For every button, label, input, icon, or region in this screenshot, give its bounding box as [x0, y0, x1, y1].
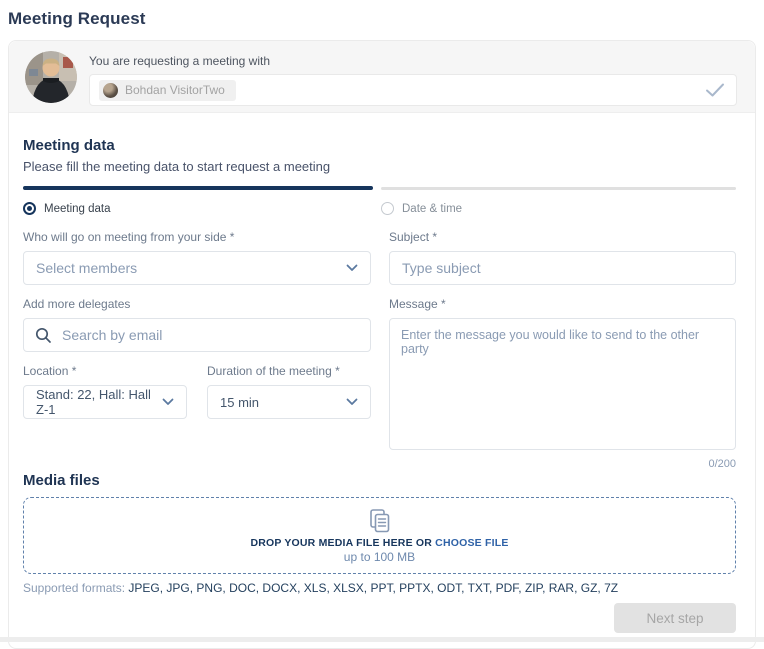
bottom-divider	[0, 637, 764, 642]
meeting-form: Who will go on meeting from your side * …	[23, 230, 736, 470]
char-counter: 0/200	[389, 458, 736, 470]
search-icon	[35, 327, 52, 344]
delegates-search-input[interactable]	[24, 319, 370, 351]
supported-formats: Supported formats: JPEG, JPG, PNG, DOC, …	[23, 581, 736, 595]
size-limit-text: up to 100 MB	[344, 550, 415, 564]
media-files-title: Media files	[23, 472, 736, 489]
recipient-avatar	[25, 51, 77, 103]
meeting-request-card: You are requesting a meeting with Bohdan…	[8, 40, 756, 649]
members-label: Who will go on meeting from your side *	[23, 230, 371, 244]
choose-file-link[interactable]: CHOOSE FILE	[435, 537, 508, 549]
duration-select[interactable]: 15 min	[207, 385, 371, 419]
subject-input[interactable]	[389, 251, 736, 285]
tab-date-time[interactable]: Date & time	[381, 202, 462, 215]
recipient-field: Bohdan VisitorTwo	[89, 74, 737, 106]
step-tabs: Meeting data Date & time	[23, 202, 736, 215]
formats-label: Supported formats:	[23, 581, 125, 595]
chip-avatar	[103, 83, 118, 98]
message-label: Message *	[389, 297, 736, 311]
step-progress-bar	[23, 186, 736, 190]
message-textarea[interactable]	[389, 318, 736, 450]
location-label: Location *	[23, 364, 187, 378]
delegates-label: Add more delegates	[23, 297, 371, 311]
members-placeholder: Select members	[36, 260, 137, 276]
tab-meeting-data[interactable]: Meeting data	[23, 202, 381, 215]
section-title: Meeting data	[23, 137, 736, 154]
section-subtitle: Please fill the meeting data to start re…	[23, 159, 736, 174]
delegates-search	[23, 318, 371, 352]
drop-instruction: DROP YOUR MEDIA FILE HERE OR CHOOSE FILE	[250, 537, 508, 549]
next-step-button[interactable]: Next step	[614, 603, 736, 633]
recipient-banner: You are requesting a meeting with Bohdan…	[9, 41, 755, 113]
progress-segment-active	[23, 186, 373, 190]
subject-label: Subject *	[389, 230, 736, 244]
recipient-chip[interactable]: Bohdan VisitorTwo	[99, 80, 236, 101]
check-icon	[705, 82, 725, 98]
drop-text: DROP YOUR MEDIA FILE HERE OR	[250, 537, 432, 549]
requesting-with-label: You are requesting a meeting with	[89, 54, 737, 68]
recipient-chip-label: Bohdan VisitorTwo	[125, 83, 225, 97]
chevron-down-icon	[346, 393, 358, 411]
duration-label: Duration of the meeting *	[207, 364, 371, 378]
media-dropzone[interactable]: DROP YOUR MEDIA FILE HERE OR CHOOSE FILE…	[23, 497, 736, 574]
chevron-down-icon	[346, 259, 358, 277]
progress-segment-inactive	[381, 187, 736, 190]
tab-meeting-data-label: Meeting data	[44, 203, 111, 215]
members-select[interactable]: Select members	[23, 251, 371, 285]
radio-selected-icon	[23, 202, 36, 215]
duration-value: 15 min	[220, 395, 259, 410]
documents-icon	[367, 508, 393, 534]
location-value: Stand: 22, Hall: Hall Z-1	[36, 387, 162, 417]
radio-unselected-icon	[381, 202, 394, 215]
form-actions: Next step	[23, 603, 736, 633]
location-select[interactable]: Stand: 22, Hall: Hall Z-1	[23, 385, 187, 419]
tab-date-time-label: Date & time	[402, 203, 462, 215]
page-title: Meeting Request	[0, 0, 764, 29]
formats-list: JPEG, JPG, PNG, DOC, DOCX, XLS, XLSX, PP…	[128, 581, 618, 595]
chevron-down-icon	[162, 393, 174, 411]
